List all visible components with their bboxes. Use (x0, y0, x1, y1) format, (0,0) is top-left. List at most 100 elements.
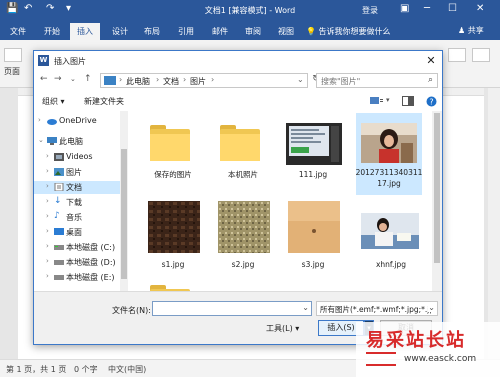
nav-desktop[interactable]: › 桌面 (34, 226, 120, 239)
file-name: 本机照片 (228, 170, 258, 179)
file-name: s2.jpg (231, 260, 255, 269)
expand-arrow-icon[interactable]: › (46, 167, 49, 175)
nav-label: 桌面 (66, 228, 82, 237)
page-icon[interactable] (4, 48, 22, 62)
expand-arrow-icon[interactable]: › (46, 152, 49, 160)
nav-documents[interactable]: › 文档 (34, 181, 120, 194)
expand-arrow-icon[interactable]: › (46, 227, 49, 235)
navigation-scrollbar[interactable] (120, 111, 128, 291)
breadcrumb-separator-icon: › (156, 75, 160, 84)
address-bar[interactable]: › 此电脑 › 文档 › 图片 › ⌄ (100, 73, 308, 88)
file-item[interactable]: s1.jpg (138, 201, 208, 283)
expand-arrow-icon[interactable]: › (38, 116, 41, 124)
image-thumbnail (288, 201, 340, 253)
tab-view[interactable]: 视图 (278, 26, 294, 37)
minimize-icon[interactable]: ─ (424, 3, 430, 14)
nav-pictures[interactable]: › 图片 (34, 166, 120, 179)
breadcrumb-this-pc[interactable]: 此电脑 (126, 76, 150, 87)
nav-label: 本地磁盘 (C:) (66, 243, 116, 252)
tell-me-box[interactable]: 💡 告诉我你想要做什么 (306, 26, 391, 37)
file-item[interactable]: 111.jpg (278, 113, 348, 195)
folder-icon (150, 123, 190, 163)
nav-onedrive[interactable]: › OneDrive (34, 115, 120, 128)
watermark: 易采站长站 www.easck.com (356, 322, 500, 377)
chevron-down-icon[interactable]: ⌄ (428, 303, 435, 312)
nav-drive-d[interactable]: › 本地磁盘 (D:) (34, 256, 120, 269)
nav-downloads[interactable]: › ↓ 下载 (34, 196, 120, 209)
file-name: 20127311340311 17.jpg (355, 168, 423, 188)
nav-this-pc[interactable]: ⌄ 此电脑 (34, 135, 120, 148)
file-name: 111.jpg (298, 170, 328, 179)
chevron-down-icon[interactable]: ⌄ (302, 303, 309, 312)
tab-mailings[interactable]: 邮件 (212, 26, 228, 37)
document-scrollbar[interactable] (488, 88, 500, 359)
recent-locations-icon[interactable]: ⌄ (70, 75, 76, 83)
expand-arrow-icon[interactable]: › (46, 242, 49, 250)
nav-drive-c[interactable]: › 本地磁盘 (C:) (34, 241, 120, 254)
status-page: 第 1 页，共 1 页 (6, 365, 67, 374)
preview-pane-icon[interactable] (402, 96, 416, 106)
search-placeholder: 搜索"图片" (321, 77, 361, 86)
expand-arrow-icon[interactable]: › (46, 212, 49, 220)
file-item[interactable]: s2.jpg (208, 201, 278, 283)
expand-arrow-icon[interactable]: › (46, 257, 49, 265)
breadcrumb-documents[interactable]: 文档 (163, 76, 179, 87)
expand-arrow-icon[interactable]: › (46, 182, 49, 190)
file-item[interactable]: xhnf.jpg (356, 201, 422, 283)
address-dropdown-icon[interactable]: ⌄ (297, 75, 304, 84)
file-type-select[interactable]: 所有图片(*.emf;*.wmf;*.jpg;*.jp ⌄ (316, 301, 438, 316)
help-icon[interactable]: ? (426, 96, 440, 107)
ribbon-tabs: 文件 开始 插入 设计 布局 引用 邮件 审阅 视图 💡 告诉我你想要做什么 ♟… (0, 22, 500, 40)
view-options-icon[interactable]: ▾ (386, 96, 400, 106)
scrollbar-thumb[interactable] (121, 149, 127, 279)
file-item-selected[interactable]: 20127311340311 17.jpg (356, 113, 422, 195)
download-icon: ↓ (54, 196, 62, 206)
file-item[interactable] (138, 273, 208, 291)
new-folder-button[interactable]: 新建文件夹 (84, 96, 124, 107)
filename-input[interactable]: ⌄ (152, 301, 312, 316)
dialog-close-icon[interactable]: ✕ (422, 53, 440, 69)
documents-icon (54, 182, 64, 192)
tools-label: 工具(L) (266, 324, 293, 333)
filename-label: 文件名(N): (112, 306, 151, 315)
back-icon[interactable]: ← (40, 74, 48, 84)
tools-button[interactable]: 工具(L) ▾ (266, 323, 299, 334)
image-thumbnail (361, 123, 417, 163)
signin-link[interactable]: 登录 (362, 5, 378, 16)
scrollbar-thumb[interactable] (434, 113, 440, 263)
nav-label: 文档 (66, 183, 82, 192)
search-input[interactable]: 搜索"图片" ⌕ (316, 73, 438, 88)
tab-home[interactable]: 开始 (44, 26, 60, 37)
expand-arrow-icon[interactable]: › (46, 197, 49, 205)
file-item[interactable]: 本机照片 (208, 113, 278, 195)
ribbon-display-icon[interactable]: ▣ (400, 3, 409, 14)
ribbon-symbol-icon[interactable] (448, 48, 466, 62)
tab-layout[interactable]: 布局 (144, 26, 160, 37)
window-close-icon[interactable]: ✕ (476, 3, 484, 14)
ribbon-equation-icon[interactable] (472, 48, 490, 62)
tab-design[interactable]: 设计 (112, 26, 128, 37)
change-view-icon[interactable] (370, 96, 384, 106)
share-button[interactable]: ♟ 共享 (458, 25, 484, 36)
nav-label: 此电脑 (59, 137, 83, 146)
organize-button[interactable]: 组织 ▾ (42, 96, 65, 107)
nav-drive-e[interactable]: › 本地磁盘 (E:) (34, 271, 120, 284)
nav-music[interactable]: › ♪ 音乐 (34, 211, 120, 224)
file-list: 保存的图片 本机照片 111.jpg 20127311340311 17.jpg… (130, 111, 432, 291)
maximize-icon[interactable]: ☐ (448, 3, 457, 14)
file-list-scrollbar[interactable] (432, 111, 442, 291)
tab-references[interactable]: 引用 (178, 26, 194, 37)
tab-insert[interactable]: 插入 (70, 23, 100, 40)
forward-icon[interactable]: → (54, 74, 62, 84)
watermark-logo-text: 易采站长站 (366, 330, 466, 351)
tab-review[interactable]: 审阅 (245, 26, 261, 37)
tab-file[interactable]: 文件 (10, 26, 26, 37)
up-icon[interactable]: ↑ (84, 74, 92, 84)
file-item[interactable]: 保存的图片 (138, 113, 208, 195)
drive-icon (54, 243, 64, 251)
breadcrumb-pictures[interactable]: 图片 (190, 76, 206, 87)
expand-arrow-icon[interactable]: ⌄ (38, 136, 44, 144)
file-item[interactable]: s3.jpg (278, 201, 348, 283)
expand-arrow-icon[interactable]: › (46, 272, 49, 280)
nav-videos[interactable]: › Videos (34, 151, 120, 164)
